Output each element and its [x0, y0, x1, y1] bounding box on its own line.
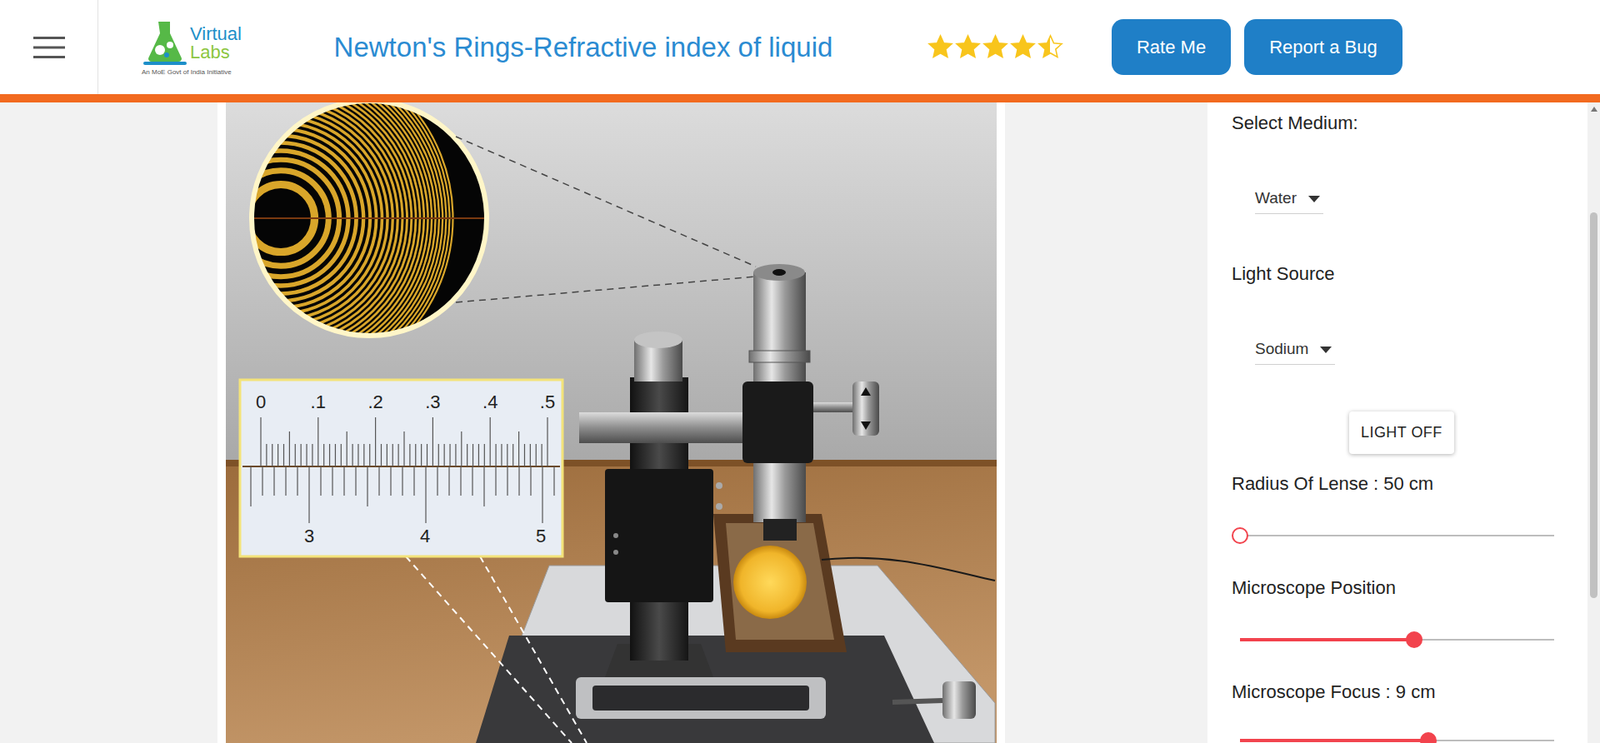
sample-lens	[733, 545, 807, 620]
slider-thumb[interactable]	[1231, 527, 1249, 545]
slider-fill	[1240, 638, 1415, 642]
slider-track[interactable]	[1240, 724, 1555, 743]
simulation-scene[interactable]: 0 .1 .2 .3 .4 .5 3 4 5	[225, 102, 997, 743]
slider-label: Microscope Focus : 9 cm	[1231, 681, 1588, 704]
control-panel: Select Medium: Water Light Source Sodium…	[1207, 102, 1588, 743]
medium-label: Select Medium:	[1231, 112, 1588, 135]
vernier-label: 3	[304, 525, 315, 547]
slider-label: Microscope Position	[1231, 577, 1588, 600]
scale-view: 0 .1 .2 .3 .4 .5 3 4 5	[240, 380, 587, 743]
header: Virtual Labs An MoE Govt of India Initia…	[0, 0, 1600, 103]
light-source-label: Light Source	[1231, 263, 1588, 285]
flask-icon	[141, 18, 189, 69]
dropdown-arrow-icon	[1320, 346, 1332, 354]
slider-thumb[interactable]	[1420, 732, 1437, 743]
medium-value: Water	[1255, 186, 1297, 211]
slider-thumb[interactable]	[1405, 631, 1423, 649]
scale-label: .2	[367, 391, 383, 413]
light-source-value: Sodium	[1255, 337, 1309, 362]
scroll-up-icon[interactable]	[1590, 105, 1599, 113]
vernier-label: 4	[420, 525, 430, 547]
scale-label: .4	[482, 391, 498, 413]
dropdown-arrow-icon	[1308, 195, 1320, 203]
logo-tagline: An MoE Govt of India Initiative	[141, 68, 242, 77]
scale-label: .1	[310, 391, 326, 413]
vernier-label: 5	[535, 525, 546, 547]
report-bug-button[interactable]: Report a Bug	[1244, 19, 1403, 75]
rating-stars[interactable]	[927, 34, 1064, 60]
slider-fill	[1240, 739, 1429, 743]
hamburger-icon	[33, 35, 65, 60]
star-icon[interactable]	[1037, 34, 1064, 60]
scale-label: 0	[255, 391, 266, 413]
star-icon[interactable]	[927, 34, 954, 60]
medium-dropdown[interactable]: Water	[1255, 184, 1324, 215]
rate-me-button[interactable]: Rate Me	[1111, 19, 1231, 75]
star-icon[interactable]	[982, 34, 1009, 60]
ring-view	[225, 102, 756, 391]
logo[interactable]: Virtual Labs An MoE Govt of India Initia…	[141, 18, 242, 77]
star-icon[interactable]	[955, 34, 981, 60]
star-icon[interactable]	[1010, 34, 1036, 60]
slider-label: Radius Of Lense : 50 cm	[1231, 473, 1588, 495]
scale-label: .3	[425, 391, 440, 413]
slider-track[interactable]	[1240, 623, 1555, 657]
slider-track[interactable]	[1240, 519, 1555, 553]
page-title: Newton's Rings-Refractive index of liqui…	[334, 26, 834, 69]
simulation-panel: 0 .1 .2 .3 .4 .5 3 4 5	[217, 102, 1005, 743]
menu-button[interactable]	[0, 0, 99, 95]
scale-label: .5	[540, 391, 555, 413]
light-source-dropdown[interactable]: Sodium	[1255, 335, 1335, 365]
light-toggle-button[interactable]: LIGHT OFF	[1349, 411, 1455, 455]
logo-text: Virtual	[190, 25, 242, 44]
slider-rail	[1240, 535, 1555, 537]
scrollbar[interactable]	[1587, 102, 1600, 743]
logo-text: Labs	[190, 43, 242, 62]
